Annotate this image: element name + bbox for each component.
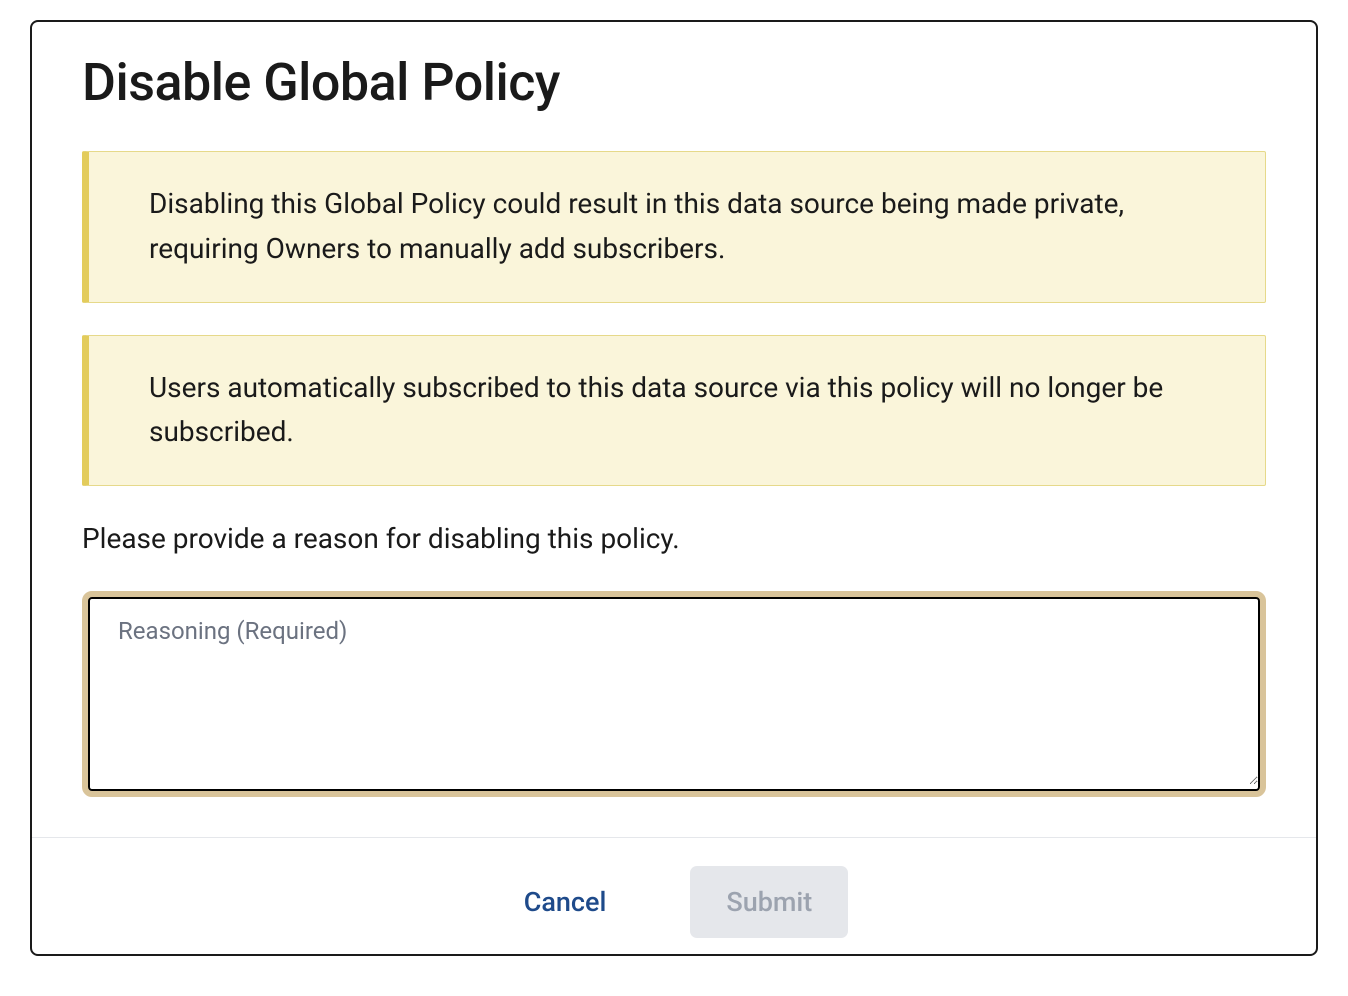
reason-textarea-inner: Reasoning (Required): [88, 597, 1260, 791]
modal-title: Disable Global Policy: [82, 52, 1266, 113]
warning-text: Users automatically subscribed to this d…: [149, 366, 1205, 456]
warning-box-privacy: Disabling this Global Policy could resul…: [82, 151, 1266, 303]
reason-textarea[interactable]: [90, 599, 1258, 785]
reason-prompt-label: Please provide a reason for disabling th…: [82, 522, 1266, 555]
warning-text: Disabling this Global Policy could resul…: [149, 182, 1205, 272]
reason-textarea-wrapper: Reasoning (Required): [82, 591, 1266, 797]
cancel-button[interactable]: Cancel: [500, 870, 631, 934]
modal-body: Disable Global Policy Disabling this Glo…: [32, 22, 1316, 837]
warning-box-subscribers: Users automatically subscribed to this d…: [82, 335, 1266, 487]
modal-footer: Cancel Submit: [32, 837, 1316, 956]
disable-global-policy-modal: Disable Global Policy Disabling this Glo…: [30, 20, 1318, 956]
submit-button[interactable]: Submit: [690, 866, 848, 938]
